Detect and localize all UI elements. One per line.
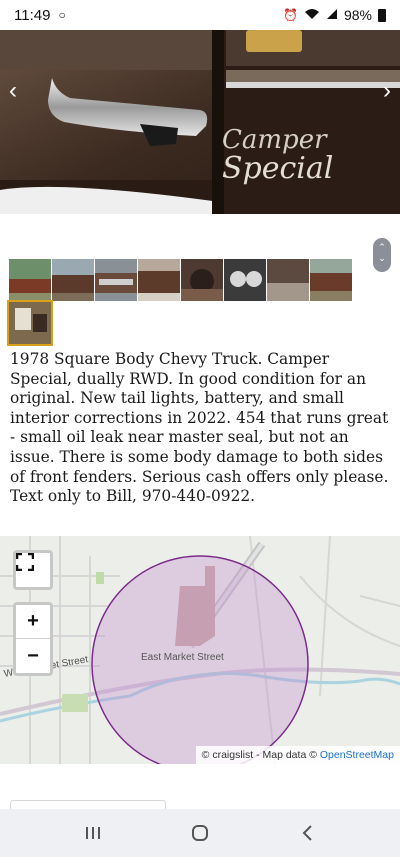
thumbnail[interactable] — [95, 259, 137, 301]
home-icon — [191, 825, 208, 841]
listing-description: 1978 Square Body Chevy Truck. Camper Spe… — [10, 350, 389, 506]
map-controls: + − — [13, 550, 53, 676]
battery-percent: 98% — [343, 7, 372, 23]
home-button[interactable] — [180, 818, 220, 848]
truck-door-photo: Camper Special — [0, 30, 400, 214]
street-label-east: East Market Street — [141, 652, 224, 663]
zoom-out-button[interactable]: − — [16, 639, 50, 673]
battery-icon — [378, 8, 386, 22]
plus-icon: + — [27, 610, 39, 632]
back-button[interactable] — [287, 818, 327, 848]
fullscreen-button[interactable] — [13, 550, 53, 590]
recents-icon — [86, 827, 101, 839]
thumbnail[interactable] — [267, 259, 309, 301]
svg-text:Special: Special — [222, 151, 333, 186]
thumbnail[interactable] — [224, 259, 266, 301]
back-icon — [302, 825, 312, 841]
openstreetmap-link[interactable]: OpenStreetMap — [320, 749, 394, 761]
status-time: 11:49 — [14, 6, 51, 24]
thumbnail[interactable] — [138, 259, 180, 301]
attribution-text: © craigslist - Map data © — [201, 749, 317, 761]
thumbnail-selected[interactable] — [7, 300, 53, 346]
thumbnail[interactable] — [181, 259, 223, 301]
thumbnail[interactable] — [310, 259, 352, 301]
location-map[interactable]: East Market Street West Market Street + … — [0, 536, 400, 764]
zoom-in-button[interactable]: + — [16, 605, 50, 639]
next-photo-arrow-icon[interactable]: › — [376, 79, 398, 103]
map-tiles — [0, 536, 400, 764]
recents-button[interactable] — [73, 818, 113, 848]
thumbnail[interactable] — [52, 259, 94, 301]
main-photo[interactable]: Camper Special ‹ › — [0, 30, 400, 214]
signal-icon — [326, 8, 338, 23]
system-nav-bar — [0, 809, 400, 857]
zoom-control: + − — [13, 602, 53, 676]
previous-photo-arrow-icon[interactable]: ‹ — [2, 79, 24, 103]
minus-icon: − — [27, 644, 39, 667]
alarm-icon: ⏰ — [283, 8, 298, 22]
map-attribution: © craigslist - Map data © OpenStreetMap — [195, 746, 400, 764]
scroll-handle[interactable]: ⌃ ⌄ — [373, 238, 391, 272]
circle-icon: ○ — [58, 8, 66, 22]
wifi-icon — [304, 8, 320, 23]
status-bar: 11:49 ○ ⏰ 98% — [0, 0, 400, 30]
fullscreen-icon — [16, 553, 34, 571]
thumbnail[interactable] — [9, 259, 51, 301]
